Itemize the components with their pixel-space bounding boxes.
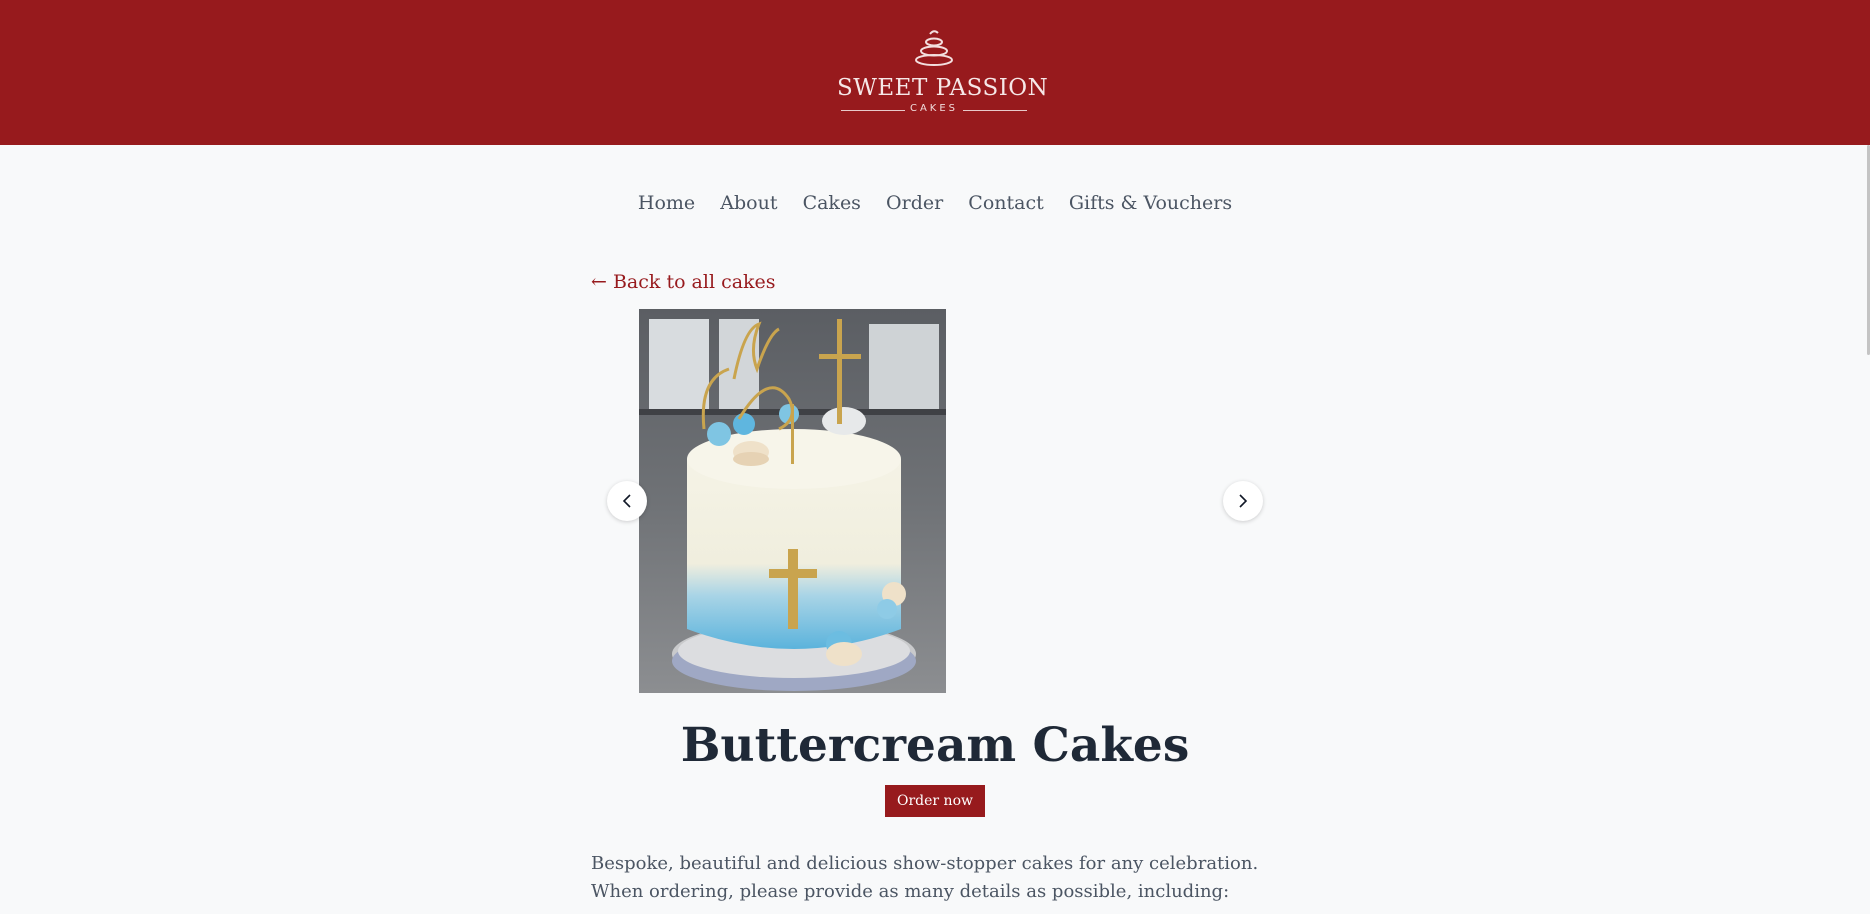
site-header: SWEET PASSION CAKES: [0, 0, 1870, 145]
chevron-left-icon: [622, 494, 631, 508]
carousel-next-button[interactable]: [1223, 481, 1263, 521]
description-line: Bespoke, beautiful and delicious show-st…: [591, 853, 1259, 874]
cake-illustration: [639, 309, 946, 693]
product-image-carousel: [591, 309, 1281, 693]
cake-stack-icon: [915, 30, 953, 66]
back-to-all-cakes-link[interactable]: ← Back to all cakes: [591, 271, 776, 293]
order-now-button[interactable]: Order now: [885, 785, 985, 817]
nav-item-home[interactable]: Home: [638, 192, 695, 214]
carousel-prev-button[interactable]: [607, 481, 647, 521]
page-title: Buttercream Cakes: [680, 718, 1190, 773]
product-description: Bespoke, beautiful and delicious show-st…: [591, 850, 1291, 906]
brand-logo[interactable]: SWEET PASSION CAKES: [837, 28, 1049, 118]
brand-subtitle: CAKES: [909, 103, 959, 114]
chevron-right-icon: [1239, 494, 1248, 508]
nav-item-cakes[interactable]: Cakes: [803, 192, 861, 214]
divider: [963, 110, 1027, 111]
cake-photo: [639, 309, 946, 693]
nav-item-about[interactable]: About: [720, 192, 777, 214]
nav-item-order[interactable]: Order: [886, 192, 943, 214]
description-line: When ordering, please provide as many de…: [591, 881, 1230, 902]
main-navigation: Home About Cakes Order Contact Gifts & V…: [0, 192, 1870, 214]
brand-subtitle-row: CAKES: [837, 103, 1031, 117]
nav-item-gifts-vouchers[interactable]: Gifts & Vouchers: [1069, 192, 1232, 214]
brand-name: SWEET PASSION: [837, 75, 1049, 101]
nav-item-contact[interactable]: Contact: [968, 192, 1043, 214]
